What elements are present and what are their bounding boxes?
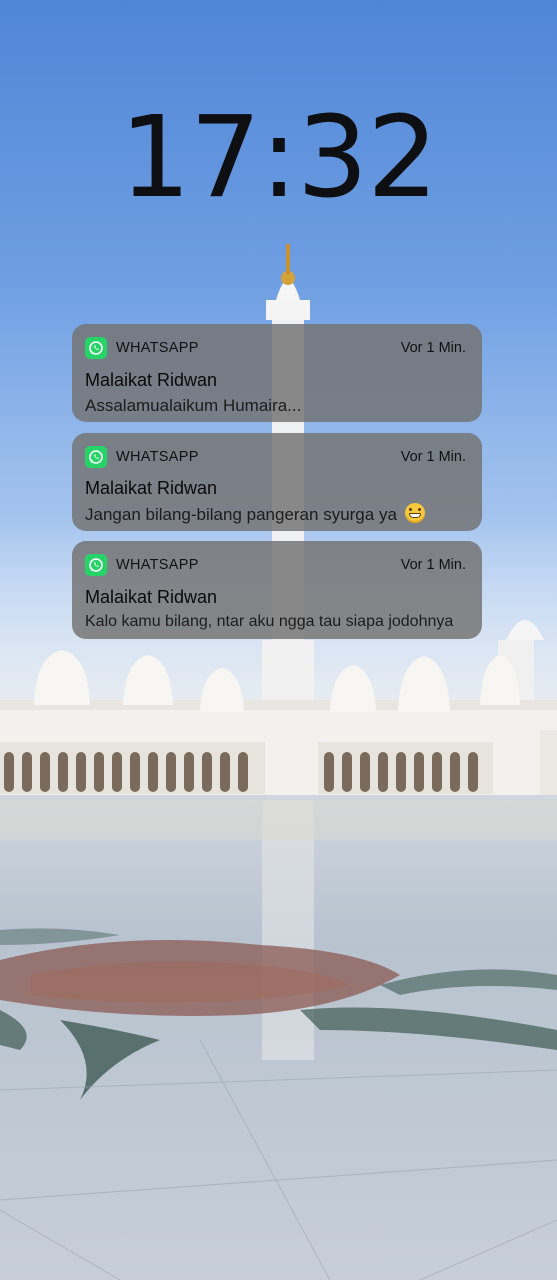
notification-message: Kalo kamu bilang, ntar aku ngga tau siap…: [85, 613, 454, 630]
notification-time: Vor 1 Min.: [400, 557, 466, 573]
notification-card[interactable]: WHATSAPP Vor 1 Min. Malaikat Ridwan Jang…: [72, 433, 482, 531]
notification-card[interactable]: WHATSAPP Vor 1 Min. Malaikat Ridwan Assa…: [72, 324, 482, 422]
notification-header: WHATSAPP Vor 1 Min.: [85, 445, 466, 469]
notification-message: Jangan bilang-bilang pangeran syurga ya: [85, 505, 397, 524]
notification-message-row: Jangan bilang-bilang pangeran syurga ya: [85, 503, 425, 525]
notification-message: Assalamualaikum Humaira...: [85, 396, 302, 415]
grinning-face-emoji: [404, 503, 425, 523]
notification-sender: Malaikat Ridwan: [85, 478, 218, 498]
lockscreen-clock: 17:32: [119, 93, 439, 223]
notification-sender: Malaikat Ridwan: [85, 370, 218, 390]
whatsapp-icon: [85, 446, 107, 468]
notification-app-name: WHATSAPP: [116, 340, 199, 356]
whatsapp-icon: [85, 337, 107, 359]
notification-header: WHATSAPP Vor 1 Min.: [85, 336, 466, 360]
notification-app-name: WHATSAPP: [116, 557, 199, 573]
notification-time: Vor 1 Min.: [400, 340, 466, 356]
notification-header: WHATSAPP Vor 1 Min.: [85, 553, 466, 577]
notification-sender: Malaikat Ridwan: [85, 587, 218, 607]
notification-card[interactable]: WHATSAPP Vor 1 Min. Malaikat Ridwan Kalo…: [72, 541, 482, 639]
notification-app-name: WHATSAPP: [116, 449, 199, 465]
notification-time: Vor 1 Min.: [400, 449, 466, 465]
whatsapp-icon: [85, 554, 107, 576]
